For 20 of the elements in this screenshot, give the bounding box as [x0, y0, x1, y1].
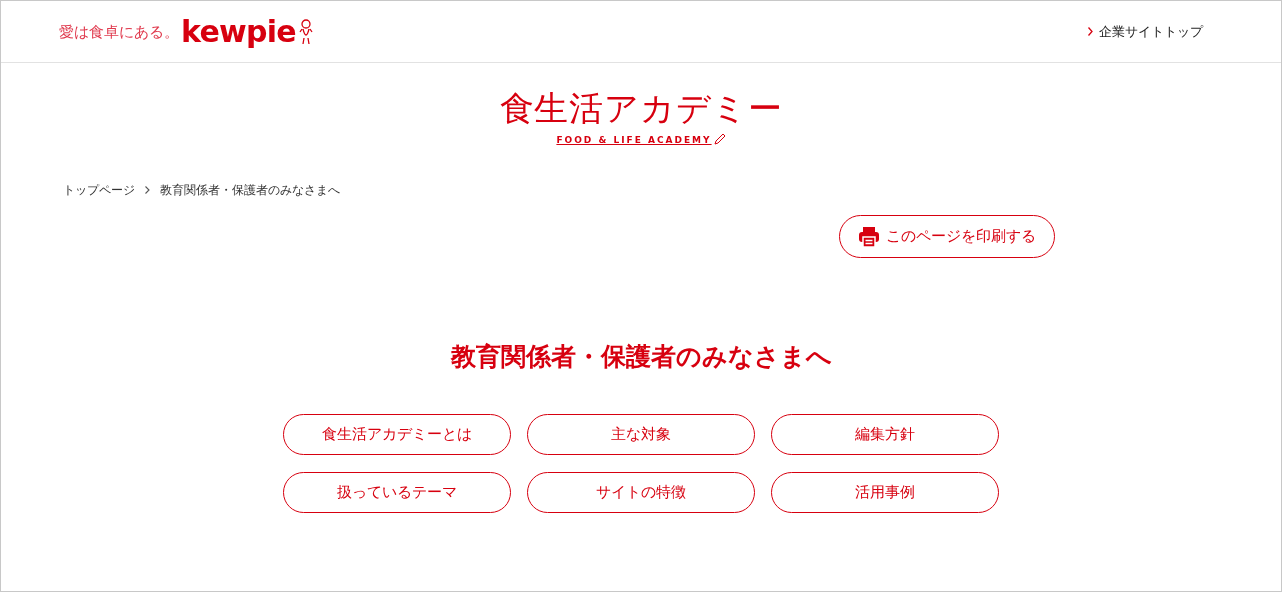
corporate-top-link[interactable]: 企業サイトトップ — [1088, 21, 1203, 42]
site-logo-title[interactable]: 食生活アカデミー — [499, 91, 783, 125]
printer-icon — [858, 225, 880, 248]
breadcrumb-link[interactable]: トップページ — [63, 181, 135, 199]
section-link-button[interactable]: 扱っているテーマ — [283, 471, 511, 513]
section-link-button[interactable]: 食生活アカデミーとは — [283, 413, 511, 455]
doll-icon — [297, 18, 314, 45]
chevron-icon — [1088, 27, 1093, 36]
tagline: 愛は食卓にある。 — [59, 22, 179, 43]
site-logo-subtitle: FOOD & LIFE ACADEMY — [556, 136, 712, 145]
section-link-button[interactable]: 活用事例 — [771, 471, 999, 513]
brand-logo[interactable]: kewpie — [181, 16, 296, 47]
section-link-button[interactable]: 編集方針 — [771, 413, 999, 455]
print-button[interactable]: このページを印刷する — [839, 215, 1055, 258]
section-link-button[interactable]: 主な対象 — [527, 413, 755, 455]
chevron-icon — [145, 186, 150, 194]
section-link-button[interactable]: サイトの特徴 — [527, 471, 755, 513]
breadcrumb-current: 教育関係者・保護者のみなさまへ — [160, 182, 340, 199]
pencil-icon — [713, 133, 726, 145]
page-heading: 教育関係者・保護者のみなさまへ — [449, 341, 833, 373]
